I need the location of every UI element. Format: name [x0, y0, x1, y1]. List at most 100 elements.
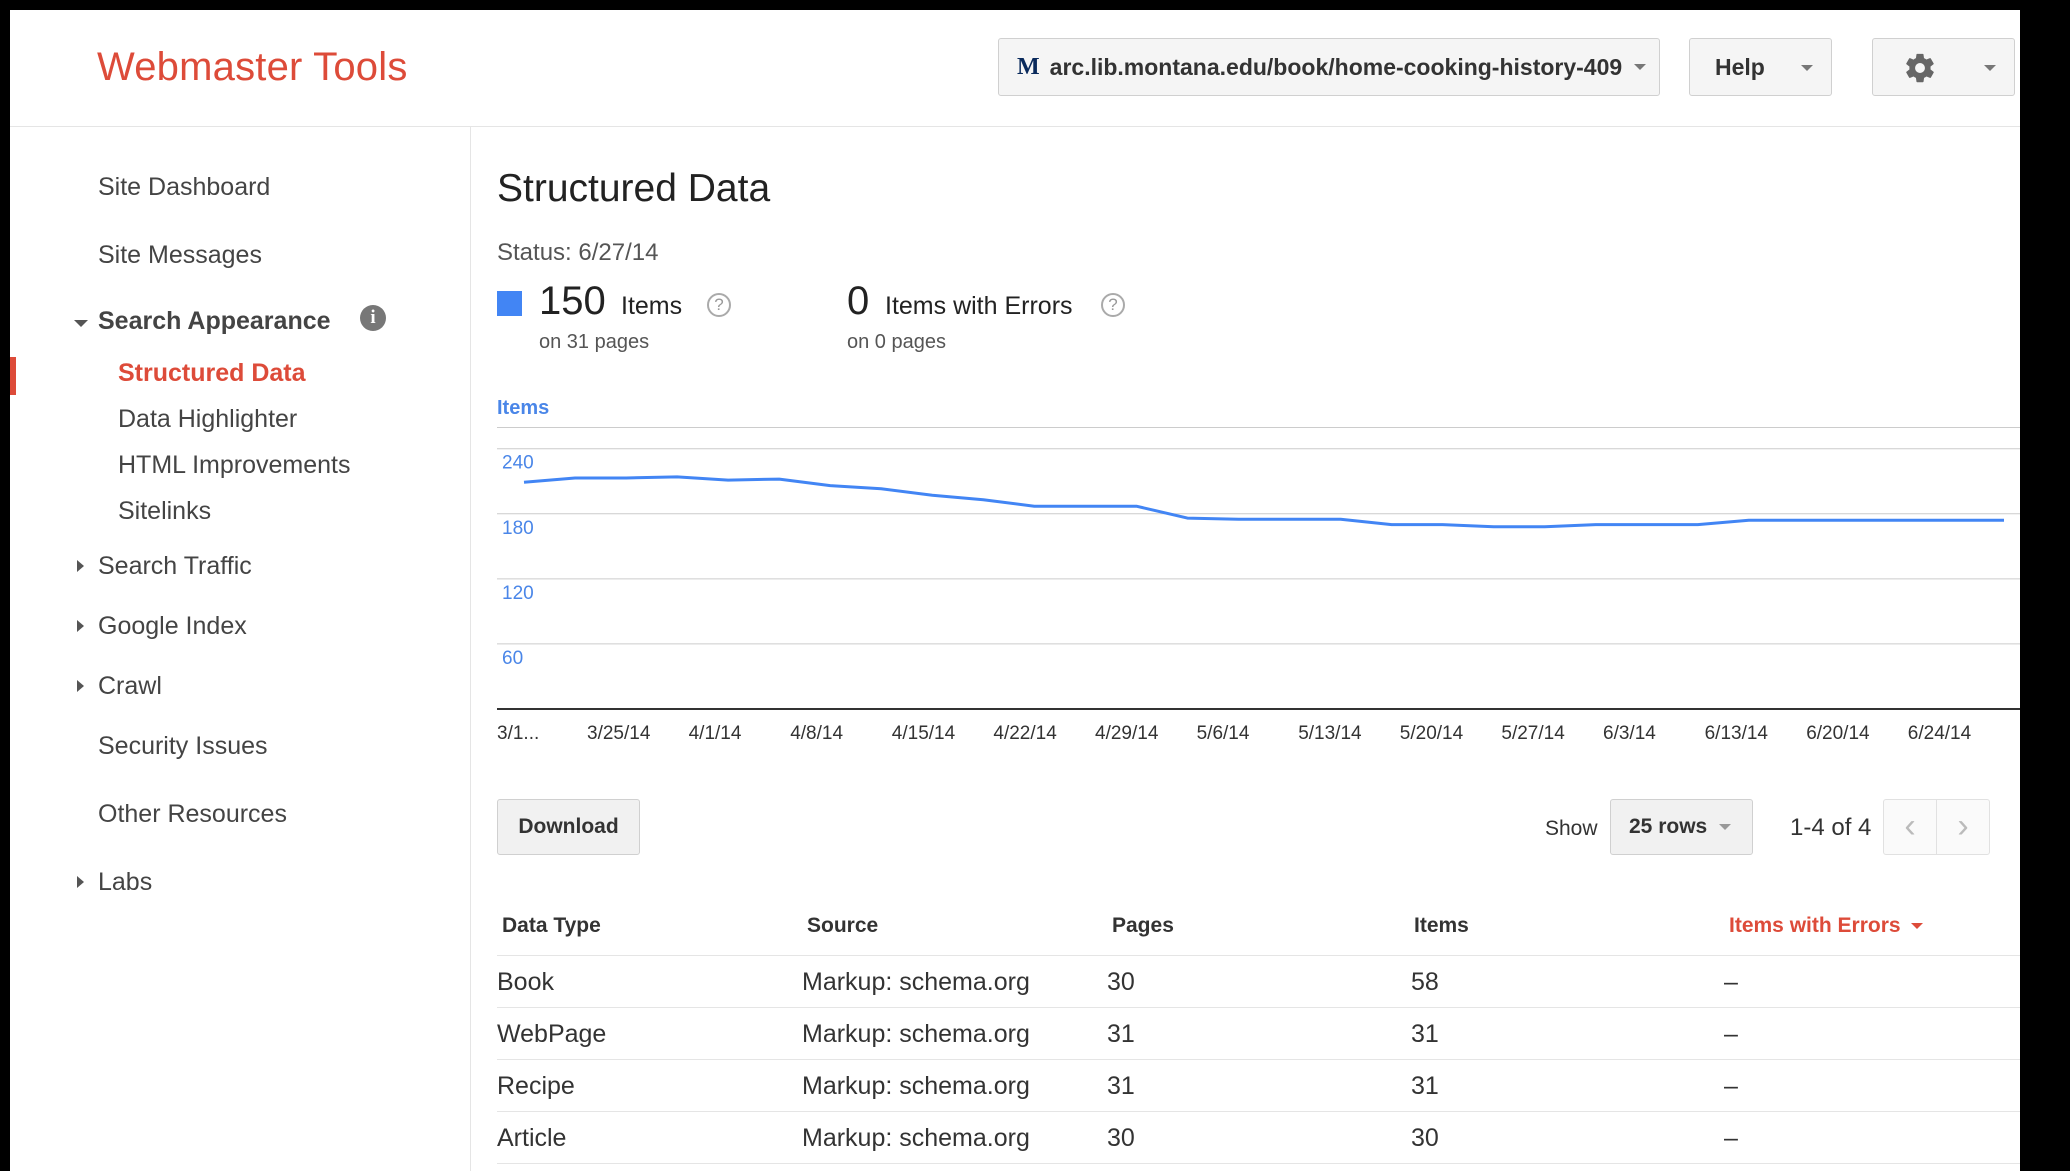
x-tick-label: 6/20/14 [1806, 723, 1870, 744]
x-tick-label: 6/3/14 [1603, 723, 1656, 744]
items-line-chart[interactable]: 240 180 120 60 3/1... 3/25/14 4/1/14 4/8/14 4/15… [497, 427, 2020, 757]
x-tick-label: 4/29/14 [1095, 723, 1159, 744]
column-header-items-with-errors[interactable]: Items with Errors [1729, 914, 1923, 938]
sort-desc-icon [1910, 923, 1923, 930]
errors-count: 0 [847, 279, 870, 323]
items-with-errors-label: Items with Errors [1729, 914, 1901, 937]
sidebar-item-labs[interactable]: Labs [98, 868, 152, 897]
x-tick-label: 5/13/14 [1298, 723, 1362, 744]
collapsed-caret-icon[interactable] [77, 876, 84, 888]
pagination-range: 1-4 of 4 [1790, 814, 1872, 841]
chevron-down-icon [1801, 65, 1813, 71]
chevron-down-icon [1634, 64, 1647, 70]
gear-icon [1906, 53, 1934, 83]
sidebar-item-crawl[interactable]: Crawl [98, 672, 162, 701]
sidebar-nav: Site Dashboard Site Messages Search Appe… [10, 127, 471, 1171]
active-indicator [10, 357, 16, 395]
main-content: Structured Data Status: 6/27/14 150 Item… [497, 127, 2020, 1171]
app-window: Webmaster Tools M arc.lib.montana.edu/bo… [10, 10, 2020, 1171]
table-header: Data Type Source Pages Items Items with … [497, 897, 2020, 956]
cell-items: 31 [1411, 1020, 1439, 1048]
cell-source: Markup: schema.org [802, 1124, 1030, 1152]
sidebar-item-data-highlighter[interactable]: Data Highlighter [118, 405, 297, 434]
cell-data-type[interactable]: Book [497, 968, 554, 997]
collapsed-caret-icon[interactable] [77, 680, 84, 692]
cell-items: 30 [1411, 1124, 1439, 1152]
help-button[interactable]: Help [1689, 38, 1832, 96]
x-tick-label: 4/1/14 [689, 723, 742, 744]
cell-pages: 30 [1107, 1124, 1135, 1152]
cell-data-type[interactable]: Recipe [497, 1072, 575, 1101]
y-tick-label: 180 [502, 518, 534, 539]
chevron-down-icon [1719, 824, 1732, 830]
x-tick-label: 5/6/14 [1197, 723, 1250, 744]
column-header-pages[interactable]: Pages [1112, 914, 1174, 938]
sidebar-item-html-improvements[interactable]: HTML Improvements [118, 451, 350, 480]
sidebar-item-security-issues[interactable]: Security Issues [98, 732, 268, 761]
x-tick-label: 5/27/14 [1501, 723, 1565, 744]
expanded-caret-icon[interactable] [74, 320, 88, 327]
x-tick-label: 4/15/14 [892, 723, 956, 744]
column-header-data-type[interactable]: Data Type [502, 914, 601, 938]
cell-source: Markup: schema.org [802, 1072, 1030, 1100]
collapsed-caret-icon[interactable] [77, 620, 84, 632]
help-question-icon[interactable]: ? [707, 293, 731, 317]
items-count: 150 [539, 279, 606, 323]
sidebar-item-google-index[interactable]: Google Index [98, 612, 247, 641]
info-icon[interactable]: i [360, 305, 386, 331]
sidebar-item-search-traffic[interactable]: Search Traffic [98, 552, 252, 581]
download-button[interactable]: Download [497, 799, 640, 855]
table-row[interactable]: Article Markup: schema.org 30 30 – [497, 1112, 2020, 1164]
cell-errors: – [1724, 1072, 1738, 1100]
site-selector[interactable]: M arc.lib.montana.edu/book/home-cooking-… [998, 38, 1660, 96]
brand-logo[interactable]: Webmaster Tools [97, 45, 408, 90]
cell-pages: 31 [1107, 1020, 1135, 1048]
table-row[interactable]: Recipe Markup: schema.org 31 31 – [497, 1060, 2020, 1112]
page-title: Structured Data [497, 167, 771, 210]
site-url: arc.lib.montana.edu/book/home-cooking-hi… [1049, 53, 1623, 80]
x-tick-label: 3/25/14 [587, 723, 651, 744]
cell-source: Markup: schema.org [802, 1020, 1030, 1048]
errors-pages: on 0 pages [847, 331, 946, 353]
table-row[interactable]: Book Markup: schema.org 30 58 – [497, 956, 2020, 1008]
series-line-items [523, 475, 2004, 529]
sidebar-item-other-resources[interactable]: Other Resources [98, 800, 287, 829]
column-header-source[interactable]: Source [807, 914, 878, 938]
cell-items: 31 [1411, 1072, 1439, 1100]
series-swatch[interactable] [497, 291, 522, 316]
cell-errors: – [1724, 968, 1738, 996]
help-label: Help [1715, 53, 1765, 80]
x-tick-label: 5/20/14 [1400, 723, 1464, 744]
cell-pages: 31 [1107, 1072, 1135, 1100]
cell-items: 58 [1411, 968, 1439, 996]
x-tick-label: 6/13/14 [1705, 723, 1769, 744]
cell-errors: – [1724, 1124, 1738, 1152]
sidebar-item-structured-data[interactable]: Structured Data [118, 359, 306, 388]
y-tick-label: 60 [502, 648, 523, 669]
x-tick-label: 6/24/14 [1908, 723, 1972, 744]
sidebar-item-site-dashboard[interactable]: Site Dashboard [98, 173, 270, 202]
y-tick-label: 120 [502, 583, 534, 604]
chevron-down-icon [1984, 65, 1996, 71]
rows-per-page-select[interactable]: 25 rows [1610, 799, 1753, 855]
help-question-icon[interactable]: ? [1101, 293, 1125, 317]
settings-button[interactable] [1872, 38, 2015, 96]
sidebar-item-sitelinks[interactable]: Sitelinks [118, 497, 211, 526]
y-tick-label: 240 [502, 453, 534, 474]
x-tick-label: 4/8/14 [790, 723, 843, 744]
next-page-button[interactable]: › [1936, 799, 1990, 855]
errors-label: Items with Errors [885, 292, 1073, 320]
cell-data-type[interactable]: Article [497, 1124, 566, 1153]
top-header: Webmaster Tools M arc.lib.montana.edu/bo… [10, 10, 2020, 127]
cell-data-type[interactable]: WebPage [497, 1020, 606, 1049]
status-date: Status: 6/27/14 [497, 239, 659, 266]
collapsed-caret-icon[interactable] [77, 560, 84, 572]
sidebar-item-site-messages[interactable]: Site Messages [98, 241, 262, 270]
column-header-items[interactable]: Items [1414, 914, 1469, 938]
previous-page-button[interactable]: ‹ [1883, 799, 1937, 855]
sidebar-item-search-appearance[interactable]: Search Appearance [98, 307, 331, 336]
table-row[interactable]: WebPage Markup: schema.org 31 31 – [497, 1008, 2020, 1060]
cell-pages: 30 [1107, 968, 1135, 996]
items-pages: on 31 pages [539, 331, 650, 353]
items-label: Items [621, 292, 683, 320]
